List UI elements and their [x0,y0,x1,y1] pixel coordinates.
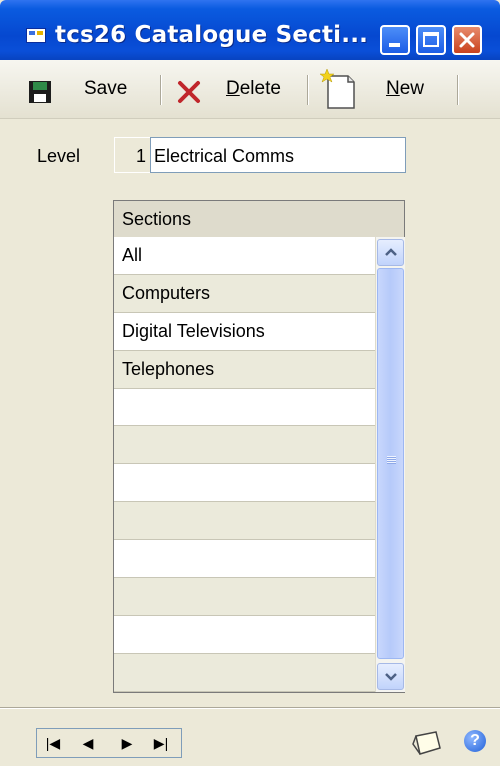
help-icon[interactable]: ? [464,730,486,752]
level-name-value: Electrical Comms [154,146,295,166]
toolbar-separator [307,75,309,105]
sections-rows: All Computers Digital Televisions Teleph… [114,237,375,692]
list-item[interactable] [114,615,375,654]
delete-accelerator: D [226,78,240,99]
scroll-up-button[interactable] [377,239,404,266]
save-icon [29,81,51,103]
maximize-button[interactable] [416,25,446,55]
sections-header: Sections [114,201,404,238]
list-item[interactable] [114,502,375,541]
previous-record-button[interactable]: ◀ [74,733,102,753]
app-icon[interactable] [26,28,46,43]
list-item[interactable] [114,426,375,465]
list-item[interactable] [114,578,375,616]
chevron-down-icon [385,673,397,681]
next-record-button[interactable]: ▶ [113,733,141,753]
last-record-button[interactable]: ▶| [147,733,175,753]
list-item-label: Digital Televisions [122,320,265,341]
list-item[interactable] [114,464,375,503]
delete-button[interactable]: Delete [226,78,281,106]
list-item[interactable]: Computers [114,274,375,313]
close-icon [459,32,475,48]
chevron-up-icon [385,248,397,256]
sections-list[interactable]: Sections All Computers Digital Televisio… [113,200,405,693]
window-title: tcs26 Catalogue Secti... [55,22,369,48]
title-bar[interactable]: tcs26 Catalogue Secti... [0,0,500,60]
toolbar: Save Delete New [0,60,500,119]
list-item[interactable] [114,388,375,427]
delete-icon [178,81,200,103]
list-item[interactable] [114,540,375,579]
toolbar-separator [457,75,459,105]
note-icon[interactable] [410,730,444,756]
record-navigation: |◀ ◀ ▶ ▶| [36,728,182,758]
list-item[interactable]: All [114,237,375,275]
minimize-button[interactable] [380,25,410,55]
new-button[interactable]: New [386,78,424,106]
level-name-field[interactable]: Electrical Comms [150,137,406,173]
list-item[interactable]: Telephones [114,350,375,389]
minimize-icon [389,43,400,47]
close-button[interactable] [452,25,482,55]
list-item-label: Telephones [122,358,215,379]
maximize-icon [423,32,439,47]
sections-header-label: Sections [122,209,192,229]
level-number-value: 1 [135,146,146,166]
scrollbar-grip [387,456,396,464]
scroll-down-button[interactable] [377,663,404,690]
level-label: Level [37,146,81,166]
toolbar-separator [160,75,162,105]
first-record-button[interactable]: |◀ [39,733,67,753]
new-label-rest: ew [399,78,425,99]
new-document-icon [319,68,355,109]
list-item[interactable] [114,653,375,692]
list-item-label: Computers [122,282,211,303]
delete-label-rest: elete [239,78,281,99]
window: tcs26 Catalogue Secti... Save Delete New… [0,0,500,766]
level-number: 1 [114,137,150,173]
scrollbar-thumb[interactable] [377,268,404,659]
list-item-label: All [122,245,143,265]
list-item[interactable]: Digital Televisions [114,312,375,351]
status-divider [0,707,500,709]
vertical-scrollbar[interactable] [375,237,405,692]
new-accelerator: N [386,78,400,99]
save-button[interactable]: Save [84,78,127,106]
